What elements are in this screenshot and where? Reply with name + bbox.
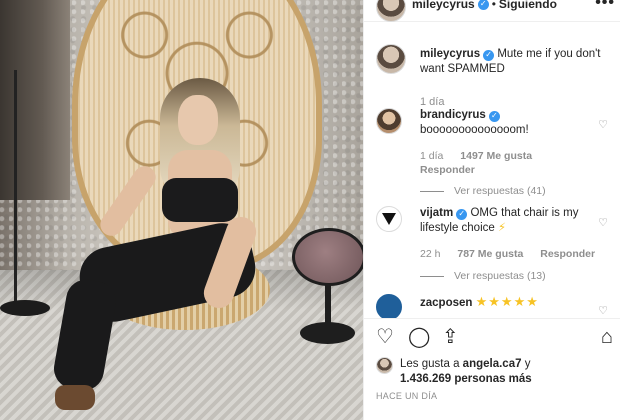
photo-person-face [178,95,218,145]
verified-icon: ✓ [477,0,489,10]
comment-like-icon[interactable]: ♡ [598,216,608,229]
comment-icon[interactable]: ◯ [408,327,430,347]
post-time-ago[interactable]: HACE UN DÍA [376,391,437,401]
caption-text: mileycyrus ✓ Mute me if you don't want SP… [420,47,610,77]
author-username[interactable]: mileycyrus [412,0,475,11]
liker-avatar[interactable] [376,357,393,374]
post-side-panel: mileycyrus ✓ • Siguiendo ••• mileycyrus ✓… [363,0,620,420]
comment-like-icon[interactable]: ♡ [598,118,608,131]
view-replies-button[interactable]: Ver respuestas (41) [420,185,546,197]
photo-lamp-pole [14,70,17,310]
comment-meta: 1 día 1497 Me gusta [420,150,546,162]
comment-time[interactable]: 22 h [420,248,440,260]
post-header: mileycyrus ✓ • Siguiendo ••• [364,0,620,22]
likes-conjunction: y [524,358,531,370]
caption-time[interactable]: 1 día [420,96,444,108]
comment-text: brandicyrus ✓ boooooooooooooom! [420,108,595,138]
replies-line [420,190,444,192]
photo-side-table-base [300,322,355,344]
verified-icon: ✓ [488,110,500,122]
comments-list[interactable]: mileycyrus ✓ Mute me if you don't want SP… [364,36,620,318]
heart-icon[interactable]: ♡ [376,327,394,347]
view-replies-label: Ver respuestas (13) [454,270,546,282]
caption-username[interactable]: mileycyrus [420,48,480,60]
comment-body: boooooooooooooom! [420,124,529,136]
verified-icon: ✓ [456,208,468,220]
photo-window [0,0,70,200]
author-avatar[interactable] [376,0,406,22]
comment-username[interactable]: brandicyrus [420,109,486,121]
comment-meta: 22 h 787 Me gusta Responder [420,248,609,260]
comment-likes[interactable]: 1497 Me gusta [460,150,532,162]
comment-text: zacposen ★★★★★ [420,294,595,311]
comment-avatar[interactable] [376,294,402,318]
verified-icon: ✓ [483,49,495,61]
header-text: mileycyrus ✓ • Siguiendo [412,0,557,11]
likes-text: Les gusta a angela.ca7 y 1.436.269 perso… [400,357,600,387]
lightning-emoji-icon: ⚡ [498,222,507,234]
replies-line [420,275,444,277]
stars-emoji-icon: ★★★★★ [475,294,539,309]
caption-avatar[interactable] [376,44,406,74]
likes-prefix: Les gusta a [400,358,460,370]
photo-lamp-base [0,300,50,316]
likes-count[interactable]: 1.436.269 personas más [400,373,532,385]
comment-avatar[interactable] [376,108,402,134]
reply-button[interactable]: Responder [420,164,475,176]
share-icon[interactable]: ⇪ [442,327,459,347]
comment-username[interactable]: vijatm [420,207,453,219]
photo-person-shoe [55,385,95,410]
comment-avatar[interactable] [376,206,402,232]
header-separator: • [491,0,496,11]
comment-username[interactable]: zacposen [420,297,472,309]
view-replies-label: Ver respuestas (41) [454,185,546,197]
photo-side-table-top [292,228,363,286]
reply-button[interactable]: Responder [540,248,595,260]
bookmark-icon[interactable]: ⌂ [601,327,613,347]
liker-username[interactable]: angela.ca7 [463,358,522,370]
comment-like-icon[interactable]: ♡ [598,304,608,317]
more-options-icon[interactable]: ••• [595,0,615,12]
post-photo[interactable] [0,0,363,420]
comment-likes[interactable]: 787 Me gusta [457,248,523,260]
comment-time[interactable]: 1 día [420,150,443,162]
post-actions: ♡ ◯ ⇪ ⌂ Les gusta a angela.ca7 y 1.436.2… [364,318,620,420]
following-button[interactable]: Siguiendo [499,0,557,11]
view-replies-button[interactable]: Ver respuestas (13) [420,270,546,282]
photo-person-top [162,178,238,222]
comment-text: vijatm ✓ OMG that chair is my lifestyle c… [420,206,595,236]
triangle-logo-icon [382,213,396,225]
instagram-post: mileycyrus ✓ • Siguiendo ••• mileycyrus ✓… [0,0,620,420]
